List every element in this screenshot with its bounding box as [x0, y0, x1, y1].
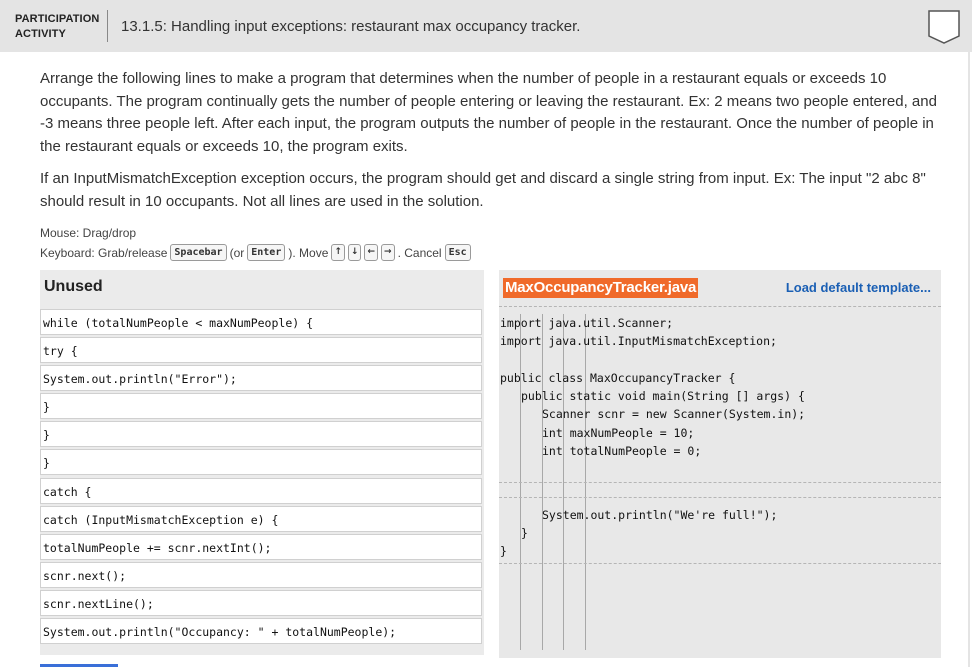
activity-title: 13.1.5: Handling input exceptions: resta… — [121, 18, 581, 35]
move-text: ). Move — [288, 245, 329, 260]
code-line-max-people: int maxNumPeople = 10; — [542, 426, 695, 440]
code-block[interactable]: System.out.println("Error"); — [40, 365, 482, 391]
code-line-close-main: } — [521, 526, 528, 540]
instructions-paragraph-1: Arrange the following lines to make a pr… — [40, 70, 937, 155]
code-block[interactable]: } — [40, 449, 482, 475]
code-line-main-method: public static void main(String [] args) … — [521, 389, 805, 403]
unused-panel: Unused while (totalNumPeople < maxNumPeo… — [40, 270, 484, 655]
code-block[interactable]: } — [40, 421, 482, 447]
code-block[interactable]: totalNumPeople += scnr.nextInt(); — [40, 534, 482, 560]
activity-frame: PARTICIPATION ACTIVITY 13.1.5: Handling … — [0, 0, 972, 667]
code-block[interactable]: scnr.next(); — [40, 562, 482, 588]
enter-key: Enter — [247, 244, 286, 261]
code-line-total-people: int totalNumPeople = 0; — [542, 444, 702, 458]
code-block[interactable]: while (totalNumPeople < maxNumPeople) { — [40, 309, 482, 335]
cancel-text: . Cancel — [397, 245, 442, 260]
completion-badge-icon — [928, 10, 960, 44]
instructions-paragraph-2: If an InputMismatchException exception o… — [40, 170, 926, 210]
drop-line-divider — [499, 306, 941, 307]
code-line-class-declaration: public class MaxOccupancyTracker { — [500, 371, 736, 385]
file-drop-panel[interactable]: MaxOccupancyTracker.java Load default te… — [499, 270, 941, 658]
mouse-hint: Mouse: Drag/drop — [40, 226, 137, 240]
code-line-scanner: Scanner scnr = new Scanner(System.in); — [542, 407, 806, 421]
code-line-import-scanner: import java.util.Scanner; — [500, 316, 674, 330]
code-line-import-exception: import java.util.InputMismatchException; — [500, 334, 777, 348]
code-line-close-class: } — [500, 544, 507, 558]
keyboard-hint-prefix: Keyboard: Grab/release — [40, 245, 168, 260]
arrow-down-key-icon: ↓ — [347, 244, 362, 261]
code-block[interactable]: catch { — [40, 478, 482, 504]
arrow-up-key-icon: ↑ — [331, 244, 345, 261]
header-divider — [107, 10, 108, 42]
or-text: (or — [229, 245, 245, 260]
code-line-full-message: System.out.println("We're full!"); — [542, 508, 778, 522]
spacebar-key: Spacebar — [170, 244, 227, 261]
code-block[interactable]: catch (InputMismatchException e) { — [40, 506, 482, 532]
code-block[interactable]: System.out.println("Occupancy: " + total… — [40, 618, 482, 644]
drop-zone-divider — [499, 563, 941, 564]
participation-activity-label: PARTICIPATION ACTIVITY — [15, 13, 100, 40]
drop-zone-divider — [499, 482, 941, 483]
code-block[interactable]: try { — [40, 337, 482, 363]
code-block[interactable]: } — [40, 393, 482, 419]
file-name: MaxOccupancyTracker.java — [503, 278, 699, 298]
arrow-right-key-icon: → — [381, 244, 395, 261]
unused-title: Unused — [44, 278, 103, 295]
arrow-left-key-icon: ← — [364, 244, 379, 261]
load-default-template-link[interactable]: Load default template... — [786, 280, 931, 295]
esc-key: Esc — [444, 244, 471, 261]
activity-header: PARTICIPATION ACTIVITY 13.1.5: Handling … — [0, 0, 972, 52]
code-block[interactable]: scnr.nextLine(); — [40, 590, 482, 616]
drop-zone-divider — [499, 497, 941, 498]
keyboard-hint: Keyboard: Grab/release Spacebar (or Ente… — [40, 244, 471, 261]
